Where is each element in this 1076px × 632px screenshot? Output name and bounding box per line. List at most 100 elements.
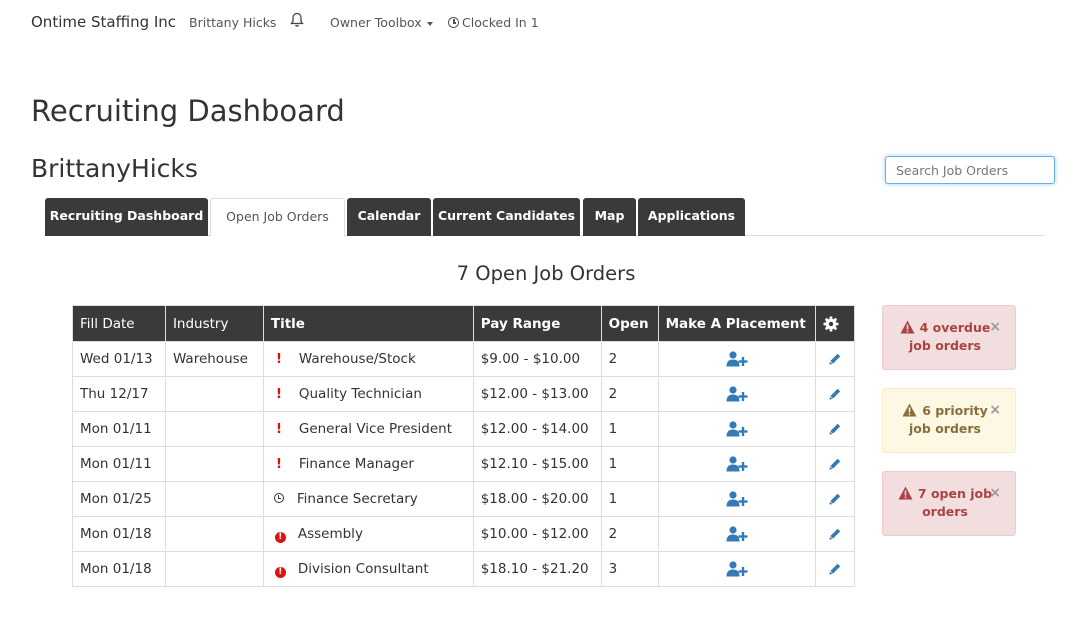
- table-row[interactable]: Mon 01/11! Finance Manager $12.10 - $15.00…: [72, 446, 855, 482]
- col-header-industry[interactable]: Industry: [164, 305, 264, 342]
- priority-alert-text: 6 priority: [922, 403, 988, 418]
- cell-pay-range: $12.00 - $14.00: [472, 411, 602, 447]
- tab-bar: Recruiting Dashboard Open Job Orders Cal…: [45, 198, 1045, 237]
- cell-pay-range: $10.00 - $12.00: [472, 516, 602, 552]
- cell-pay-range: $18.10 - $21.20: [472, 551, 602, 587]
- cell-edit: [815, 376, 855, 412]
- col-header-pay-range[interactable]: Pay Range: [472, 305, 602, 342]
- close-icon[interactable]: ×: [989, 319, 1001, 335]
- job-title-link[interactable]: General Vice President: [299, 421, 452, 437]
- job-title-link[interactable]: Finance Secretary: [297, 491, 418, 507]
- edit-pencil-icon[interactable]: [829, 386, 841, 402]
- cell-fill-date: Mon 01/25: [72, 481, 166, 517]
- cell-fill-date: Wed 01/13: [72, 341, 166, 377]
- close-icon[interactable]: ×: [989, 402, 1001, 418]
- col-header-fill-date[interactable]: Fill Date: [72, 305, 166, 342]
- open-orders-alert-text-2: orders: [922, 504, 968, 519]
- cell-fill-date: Thu 12/17: [72, 376, 166, 412]
- clock-icon: [273, 493, 284, 503]
- exclamation-icon: !: [275, 386, 283, 402]
- tab-open-job-orders[interactable]: Open Job Orders: [210, 198, 345, 237]
- page-title: Recruiting Dashboard: [31, 94, 345, 128]
- cell-edit: [815, 341, 855, 377]
- cell-title: ! Division Consultant: [262, 551, 474, 587]
- warning-icon: [898, 486, 913, 500]
- tab-current-candidates[interactable]: Current Candidates: [433, 198, 580, 236]
- overdue-alert-text: 4 overdue: [919, 320, 991, 335]
- table-row[interactable]: Wed 01/13 Warehouse! Warehouse/Stock $9.00 …: [72, 341, 855, 377]
- cell-pay-range: $9.00 - $10.00: [472, 341, 602, 377]
- user-menu-link[interactable]: Brittany Hicks: [189, 15, 276, 30]
- tab-calendar[interactable]: Calendar: [347, 198, 431, 236]
- edit-pencil-icon[interactable]: [829, 491, 841, 507]
- exclamation-icon: !: [275, 456, 283, 472]
- search-job-orders-input[interactable]: [885, 156, 1055, 184]
- edit-pencil-icon[interactable]: [829, 561, 841, 577]
- table-row[interactable]: Thu 12/17! Quality Technician $12.00 - $13…: [72, 376, 855, 412]
- cell-industry: [164, 516, 264, 552]
- job-title-link[interactable]: Division Consultant: [298, 561, 429, 577]
- job-title-link[interactable]: Quality Technician: [299, 386, 422, 402]
- edit-pencil-icon[interactable]: [829, 456, 841, 472]
- cell-open: 1: [600, 446, 659, 482]
- col-header-settings[interactable]: [815, 305, 855, 342]
- edit-pencil-icon[interactable]: [829, 351, 841, 367]
- cell-title: ! General Vice President: [262, 411, 474, 447]
- cell-industry: [164, 376, 264, 412]
- brand-link[interactable]: Ontime Staffing Inc: [31, 13, 176, 31]
- cell-make-placement: [657, 376, 817, 412]
- col-header-open[interactable]: Open: [600, 305, 659, 342]
- cell-industry: Warehouse: [164, 341, 264, 377]
- caret-down-icon: [426, 21, 433, 26]
- table-row[interactable]: Mon 01/18! Assembly $10.00 - $12.00 2: [72, 516, 855, 552]
- overdue-alert: 4 overdue job orders ×: [882, 305, 1016, 370]
- cell-open: 1: [600, 481, 659, 517]
- table-row[interactable]: Mon 01/25 Finance Secretary $18.00 - $20.0…: [72, 481, 855, 517]
- add-user-icon[interactable]: [726, 421, 748, 437]
- exclamation-icon: !: [275, 421, 283, 437]
- exclamation-circle-icon: !: [274, 566, 286, 578]
- priority-alert: 6 priority job orders ×: [882, 388, 1016, 453]
- add-user-icon[interactable]: [726, 491, 748, 507]
- add-user-icon[interactable]: [726, 456, 748, 472]
- tab-applications[interactable]: Applications: [638, 198, 745, 236]
- gear-icon[interactable]: [823, 316, 839, 332]
- add-user-icon[interactable]: [726, 561, 748, 577]
- cell-edit: [815, 551, 855, 587]
- job-title-link[interactable]: Assembly: [298, 526, 363, 542]
- owner-toolbox-dropdown[interactable]: Owner Toolbox: [330, 15, 433, 30]
- edit-pencil-icon[interactable]: [829, 421, 841, 437]
- warning-icon: [900, 320, 915, 334]
- cell-title: ! Warehouse/Stock: [262, 341, 474, 377]
- clocked-in-link[interactable]: Clocked In 1: [448, 15, 539, 30]
- job-orders-table: Fill Date Industry Title Pay Range Open …: [72, 305, 855, 587]
- add-user-icon[interactable]: [726, 526, 748, 542]
- owner-toolbox-label: Owner Toolbox: [330, 15, 422, 30]
- job-title-link[interactable]: Finance Manager: [299, 456, 414, 472]
- close-icon[interactable]: ×: [989, 485, 1001, 501]
- tab-map[interactable]: Map: [583, 198, 636, 236]
- tab-recruiting-dashboard[interactable]: Recruiting Dashboard: [45, 198, 208, 236]
- col-header-title[interactable]: Title: [262, 305, 474, 342]
- add-user-icon[interactable]: [726, 351, 748, 367]
- open-orders-heading: 7 Open Job Orders: [456, 262, 636, 285]
- cell-open: 2: [600, 516, 659, 552]
- cell-industry: [164, 446, 264, 482]
- cell-open: 2: [600, 376, 659, 412]
- cell-edit: [815, 446, 855, 482]
- table-row[interactable]: Mon 01/11! General Vice President $12.00 -…: [72, 411, 855, 447]
- exclamation-circle-icon: !: [274, 531, 286, 543]
- cell-make-placement: [657, 516, 817, 552]
- cell-open: 1: [600, 411, 659, 447]
- edit-pencil-icon[interactable]: [829, 526, 841, 542]
- col-header-make-placement: Make A Placement: [657, 305, 817, 342]
- table-row[interactable]: Mon 01/18! Division Consultant $18.10 - $2…: [72, 551, 855, 587]
- cell-industry: [164, 411, 264, 447]
- job-title-link[interactable]: Warehouse/Stock: [299, 351, 416, 367]
- cell-open: 3: [600, 551, 659, 587]
- cell-make-placement: [657, 551, 817, 587]
- cell-make-placement: [657, 341, 817, 377]
- overdue-alert-text-2: job orders: [909, 338, 981, 353]
- add-user-icon[interactable]: [726, 386, 748, 402]
- bell-icon[interactable]: [290, 12, 304, 28]
